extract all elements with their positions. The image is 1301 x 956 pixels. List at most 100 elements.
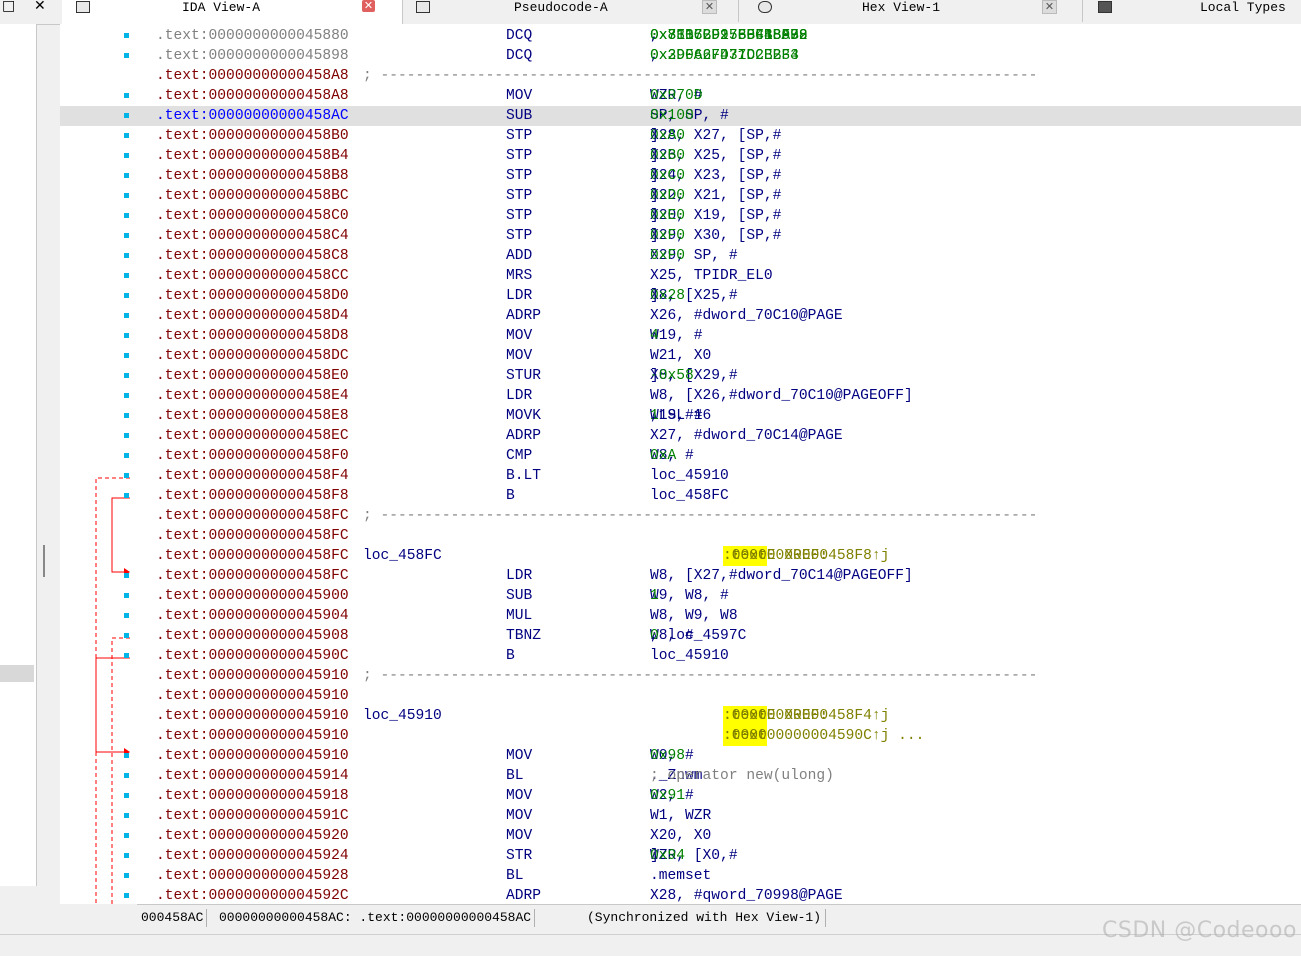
listing-line[interactable]: .text:00000000000458E0 STUR X8, [X29,# -0x5… bbox=[60, 366, 1301, 386]
listing-line[interactable]: .text:0000000000045910; .text:0000000000… bbox=[60, 726, 1301, 746]
listing-line[interactable]: .text:00000000000458C8 ADD X29, SP, #0xF0 bbox=[60, 246, 1301, 266]
listing-line[interactable]: .text:00000000000458FC LDR W8, [X27,#dword… bbox=[60, 566, 1301, 586]
listing-line[interactable]: .text:00000000000458BC STP X22, X21, [SP,#… bbox=[60, 186, 1301, 206]
breakpoint-dot-icon[interactable] bbox=[124, 153, 129, 158]
listing-line[interactable]: .text:00000000000458F4 B.LT loc_45910 bbox=[60, 466, 1301, 486]
tab-ida-view-a[interactable]: IDA View-A ✕ bbox=[62, 0, 403, 24]
listing-line[interactable]: .text:0000000000045928 BL .memset bbox=[60, 866, 1301, 886]
breakpoint-dot-icon[interactable] bbox=[124, 593, 129, 598]
listing-line[interactable]: .text:00000000000458E8 MOVK W19, #1 ,LSL#16 bbox=[60, 406, 1301, 426]
breakpoint-dot-icon[interactable] bbox=[124, 33, 129, 38]
breakpoint-dot-icon[interactable] bbox=[124, 233, 129, 238]
operand-text: loc_45910 bbox=[650, 468, 729, 484]
tab-local-types[interactable]: Local Types bbox=[1086, 0, 1301, 22]
listing-line[interactable]: .text:00000000000458A8 MOV WZR, #0x970D bbox=[60, 86, 1301, 106]
breakpoint-dot-icon[interactable] bbox=[124, 633, 129, 638]
listing-line[interactable]: .text:00000000000458B0 STP X28, X27, [SP,#… bbox=[60, 126, 1301, 146]
breakpoint-dot-icon[interactable] bbox=[124, 113, 129, 118]
listing-line[interactable]: .text:00000000000458DC MOV W21, X0 bbox=[60, 346, 1301, 366]
breakpoint-dot-icon[interactable] bbox=[124, 353, 129, 358]
listing-line[interactable]: .text:00000000000458A8 ; ----------------… bbox=[60, 66, 1301, 86]
listing-line-current[interactable]: .text:00000000000458AC SUB SP, SP, #0x100 bbox=[60, 106, 1301, 126]
listing-line[interactable]: .text:0000000000045910 ; ----------------… bbox=[60, 666, 1301, 686]
tab-close-icon[interactable]: ✕ bbox=[1042, 0, 1057, 14]
breakpoint-dot-icon[interactable] bbox=[124, 773, 129, 778]
listing-line[interactable]: .text:00000000000458EC ADRP X27, #dword_70… bbox=[60, 426, 1301, 446]
operand-text: X26, #dword_70C10@PAGE bbox=[650, 308, 843, 324]
listing-line[interactable]: .text:000000000004592C ADRP X28, #qword_70… bbox=[60, 886, 1301, 904]
breakpoint-dot-icon[interactable] bbox=[124, 453, 129, 458]
breakpoint-dot-icon[interactable] bbox=[124, 313, 129, 318]
restore-icon[interactable]: □ bbox=[2, 0, 15, 14]
breakpoint-dot-icon[interactable] bbox=[124, 213, 129, 218]
breakpoint-dot-icon[interactable] bbox=[124, 753, 129, 758]
breakpoint-dot-icon[interactable] bbox=[124, 53, 129, 58]
listing-line[interactable]: .text:00000000000458FC bbox=[60, 526, 1301, 546]
listing-line[interactable]: .text:0000000000045924 STR WZR, [X0,# 0x94] bbox=[60, 846, 1301, 866]
listing-line[interactable]: .text:00000000000458F8 Bloc_458FC bbox=[60, 486, 1301, 506]
listing-line[interactable]: .text:00000000000458FC ; ----------------… bbox=[60, 506, 1301, 526]
tab-pseudocode-a[interactable]: Pseudocode-A ✕ bbox=[404, 0, 739, 22]
breakpoint-dot-icon[interactable] bbox=[124, 813, 129, 818]
breakpoint-dot-icon[interactable] bbox=[124, 93, 129, 98]
breakpoint-dot-icon[interactable] bbox=[124, 613, 129, 618]
breakpoint-dot-icon[interactable] bbox=[124, 433, 129, 438]
disassembly-view[interactable]: .text:0000000000045880 DCQ 0x8E0C2F95FBF1B… bbox=[60, 24, 1301, 904]
breakpoint-dot-icon[interactable] bbox=[124, 133, 129, 138]
separator-line: ; --------------------------------------… bbox=[363, 68, 1038, 84]
splitter-handle[interactable] bbox=[43, 545, 45, 577]
listing-line[interactable]: .text:0000000000045910 bbox=[60, 686, 1301, 706]
listing-line[interactable]: .text:0000000000045904 MUL W8, W9, W8 bbox=[60, 606, 1301, 626]
breakpoint-dot-icon[interactable] bbox=[124, 333, 129, 338]
listing-line[interactable]: .text:00000000000458CC MRS X25, TPIDR_EL0 bbox=[60, 266, 1301, 286]
side-panel[interactable] bbox=[0, 24, 37, 886]
breakpoint-dot-icon[interactable] bbox=[124, 173, 129, 178]
listing-line[interactable]: .text:0000000000045918 MOV W2, #0x91 bbox=[60, 786, 1301, 806]
breakpoint-dot-icon[interactable] bbox=[124, 193, 129, 198]
breakpoint-dot-icon[interactable] bbox=[124, 653, 129, 658]
listing-line[interactable]: .text:00000000000458F0 CMP W8, #0xA bbox=[60, 446, 1301, 466]
breakpoint-dot-icon[interactable] bbox=[124, 493, 129, 498]
listing-line[interactable]: .text:00000000000458B4 STP X26, X25, [SP,#… bbox=[60, 146, 1301, 166]
breakpoint-dot-icon[interactable] bbox=[124, 893, 129, 898]
address: .text:00000000000458B4 bbox=[156, 148, 349, 164]
breakpoint-dot-icon[interactable] bbox=[124, 833, 129, 838]
close-icon[interactable]: ✕ bbox=[34, 0, 46, 14]
listing-line[interactable]: .text:00000000000458FC loc_458FC; CODE XR… bbox=[60, 546, 1301, 566]
listing-line[interactable]: .text:0000000000045908 TBNZ W8, #0, loc_45… bbox=[60, 626, 1301, 646]
breakpoint-dot-icon[interactable] bbox=[124, 793, 129, 798]
listing-line[interactable]: .text:00000000000458D8 MOV W19, #4 bbox=[60, 326, 1301, 346]
breakpoint-dot-icon[interactable] bbox=[124, 253, 129, 258]
breakpoint-dot-icon[interactable] bbox=[124, 373, 129, 378]
tab-close-icon[interactable]: ✕ bbox=[362, 0, 375, 12]
mnemonic: LDR bbox=[506, 388, 533, 404]
listing-line[interactable]: .text:0000000000045910 loc_45910; CODE XR… bbox=[60, 706, 1301, 726]
operand-text: W8, [X26,#dword_70C10@PAGEOFF] bbox=[650, 388, 913, 404]
tab-hex-view-1[interactable]: Hex View-1 ✕ bbox=[742, 0, 1083, 22]
listing-line[interactable]: .text:000000000004590C Bloc_45910 bbox=[60, 646, 1301, 666]
address: .text:000000000004590C bbox=[156, 648, 349, 664]
breakpoint-dot-icon[interactable] bbox=[124, 573, 129, 578]
tab-close-icon[interactable]: ✕ bbox=[702, 0, 717, 14]
listing-line[interactable]: .text:00000000000458B8 STP X24, X23, [SP,#… bbox=[60, 166, 1301, 186]
listing-line[interactable]: .text:00000000000458E4 LDR W8, [X26,#dword… bbox=[60, 386, 1301, 406]
listing-line[interactable]: .text:00000000000458D0 LDR X8, [X25,# 0x28] bbox=[60, 286, 1301, 306]
breakpoint-dot-icon[interactable] bbox=[124, 413, 129, 418]
breakpoint-dot-icon[interactable] bbox=[124, 273, 129, 278]
listing-line[interactable]: .text:0000000000045898 DCQ 0x3D0A6FD37C2E2… bbox=[60, 46, 1301, 66]
breakpoint-dot-icon[interactable] bbox=[124, 873, 129, 878]
listing-line[interactable]: .text:0000000000045880 DCQ 0x8E0C2F95FBF1B… bbox=[60, 26, 1301, 46]
listing-line[interactable]: .text:00000000000458C4 STP X29, X30, [SP,#… bbox=[60, 226, 1301, 246]
listing-line[interactable]: .text:00000000000458C0 STP X20, X19, [SP,#… bbox=[60, 206, 1301, 226]
listing-line[interactable]: .text:0000000000045914 BL ._Znwm ; operato… bbox=[60, 766, 1301, 786]
mnemonic: MUL bbox=[506, 608, 533, 624]
breakpoint-dot-icon[interactable] bbox=[124, 293, 129, 298]
breakpoint-dot-icon[interactable] bbox=[124, 473, 129, 478]
listing-line[interactable]: .text:0000000000045910 MOV W0, #0x98 bbox=[60, 746, 1301, 766]
breakpoint-dot-icon[interactable] bbox=[124, 853, 129, 858]
listing-line[interactable]: .text:0000000000045920 MOV X20, X0 bbox=[60, 826, 1301, 846]
listing-line[interactable]: .text:00000000000458D4 ADRP X26, #dword_70… bbox=[60, 306, 1301, 326]
listing-line[interactable]: .text:0000000000045900 SUB W9, W8, #1 bbox=[60, 586, 1301, 606]
listing-line[interactable]: .text:000000000004591C MOV W1, WZR bbox=[60, 806, 1301, 826]
breakpoint-dot-icon[interactable] bbox=[124, 393, 129, 398]
